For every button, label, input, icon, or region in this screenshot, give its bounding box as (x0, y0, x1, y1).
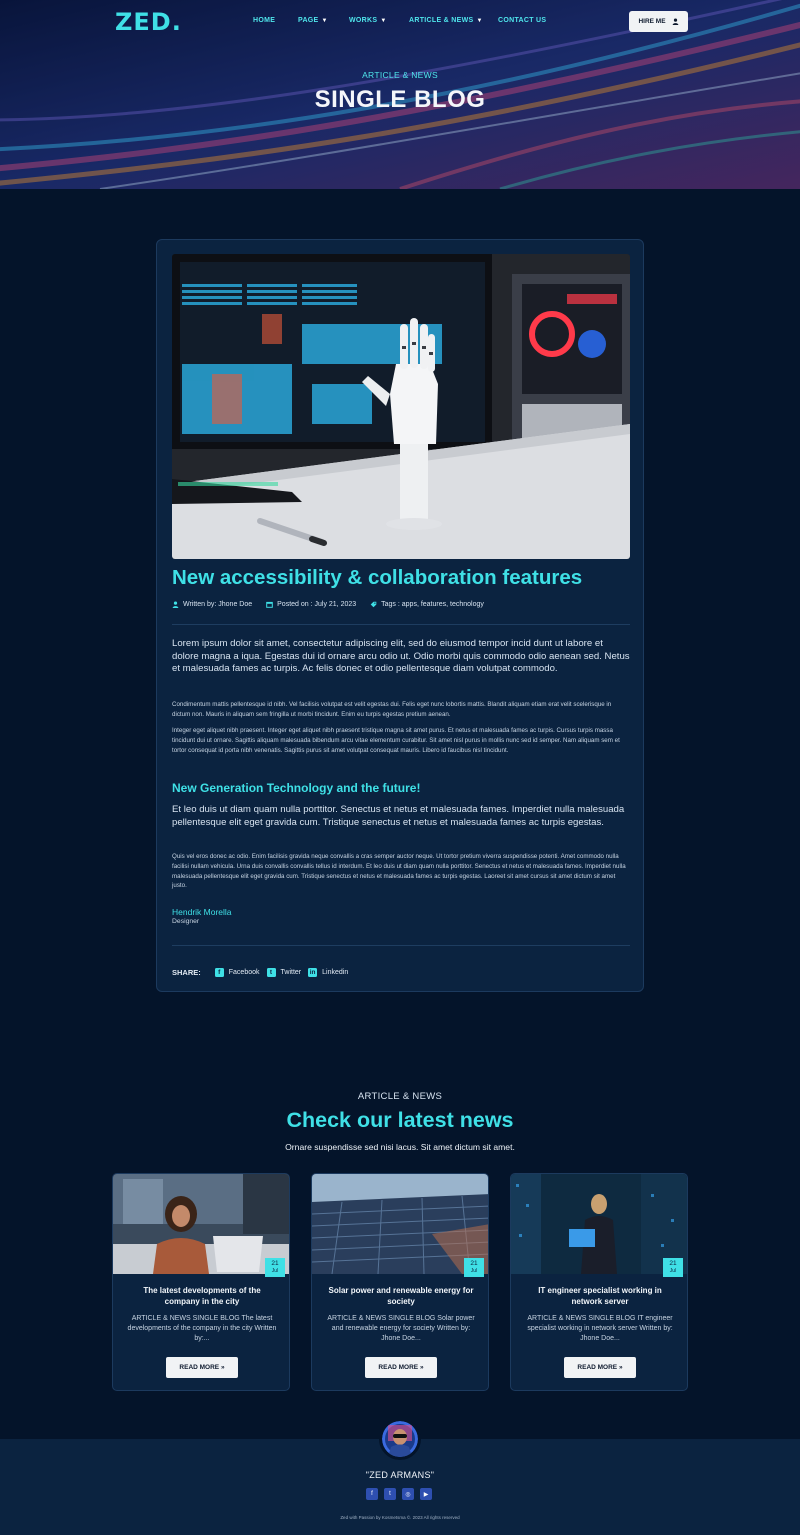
share-linkedin-label: Linkedin (322, 968, 349, 976)
twitter-icon[interactable]: t (384, 1488, 396, 1500)
facebook-icon: f (214, 967, 224, 977)
news-card-image (312, 1174, 488, 1274)
tag-icon (370, 601, 377, 608)
calendar-icon (266, 601, 273, 608)
article-paragraph: Condimentum mattis pellentesque id nibh.… (172, 701, 612, 718)
news-kicker: ARTICLE & NEWS (357, 1091, 443, 1102)
nav-works[interactable]: WORKS ▼ (349, 17, 387, 24)
share-bar: SHARE: f Facebook t Twitter in Linkedin (172, 966, 355, 978)
chevron-down-icon: ▼ (321, 18, 328, 24)
author-role: Designer (172, 918, 200, 925)
divider (172, 624, 630, 625)
nav-home[interactable]: HOME (253, 17, 275, 24)
instagram-icon[interactable]: ◎ (402, 1488, 414, 1500)
date-badge: 21 Jul (464, 1258, 484, 1277)
article-lead-paragraph: Lorem ipsum dolor sit amet, consectetur … (172, 638, 630, 675)
chevron-down-icon: ▼ (380, 18, 387, 24)
divider (172, 945, 630, 946)
hire-me-label: HIRE ME (638, 18, 666, 25)
nav-home-label: HOME (253, 17, 276, 24)
read-more-button[interactable]: READ MORE » (166, 1357, 238, 1378)
twitter-icon: t (266, 967, 276, 977)
nav-article-news[interactable]: ARTICLE & NEWS ▼ (409, 17, 483, 24)
date-month: Jul (470, 1267, 478, 1274)
news-card[interactable]: 21 Jul The latest developments of the co… (112, 1173, 290, 1391)
article-paragraph: Integer eget aliquet nibh praesent. Inte… (172, 727, 620, 754)
linkedin-icon: in (308, 967, 318, 977)
news-card-title[interactable]: Solar power and renewable energy for soc… (324, 1286, 478, 1307)
meta-author[interactable]: Written by: Jhone Doe (183, 601, 252, 608)
article-title: New accessibility & collaboration featur… (172, 566, 583, 589)
date-month: Jul (669, 1267, 677, 1274)
nav-page[interactable]: PAGE ▼ (298, 17, 328, 24)
meta-date: Posted on : July 21, 2023 (277, 601, 357, 608)
news-card-excerpt: ARTICLE & NEWS SINGLE BLOG The latest de… (127, 1315, 277, 1342)
meta-tags[interactable]: Tags : apps, features, technology (381, 601, 484, 608)
news-card-image (113, 1174, 289, 1274)
nav-contact[interactable]: CONTACT US (498, 17, 546, 24)
nav-works-label: WORKS (349, 17, 378, 24)
article-card: New accessibility & collaboration featur… (156, 239, 644, 992)
news-card[interactable]: 21 Jul Solar power and renewable energy … (311, 1173, 489, 1391)
date-badge: 21 Jul (265, 1258, 285, 1277)
author-name: Hendrik Morella (172, 907, 232, 917)
hire-me-button[interactable]: HIRE ME (629, 11, 688, 32)
read-more-button[interactable]: READ MORE » (365, 1357, 437, 1378)
copyright: Zed with Passion by Kosmetsma ©. 2023 Al… (340, 1515, 460, 1520)
news-section-title: Check our latest news (286, 1108, 514, 1132)
date-day: 21 (669, 1260, 677, 1267)
share-facebook[interactable]: f Facebook (214, 967, 260, 977)
news-card-title[interactable]: The latest developments of the company i… (125, 1286, 279, 1307)
user-icon (672, 18, 678, 25)
nav-page-label: PAGE (298, 17, 319, 24)
article-paragraph: Quis vel eros donec ac odio. Enim facili… (172, 853, 626, 890)
read-more-button[interactable]: READ MORE » (564, 1357, 636, 1378)
date-month: Jul (271, 1267, 279, 1274)
share-twitter-label: Twitter (280, 968, 302, 976)
hero-subtitle: ARTICLE & NEWS (362, 70, 438, 80)
share-label: SHARE: (172, 967, 201, 977)
news-card[interactable]: 21 Jul IT engineer specialist working in… (510, 1173, 688, 1391)
date-day: 21 (470, 1260, 478, 1267)
footer-name: "ZED ARMANS" (365, 1470, 435, 1480)
news-card-excerpt: ARTICLE & NEWS SINGLE BLOG IT engineer s… (527, 1315, 673, 1342)
page-title: SINGLE BLOG (314, 86, 486, 113)
chevron-down-icon: ▼ (476, 18, 483, 24)
nav-contact-label: CONTACT US (498, 17, 547, 24)
article-meta: Written by: Jhone Doe Posted on : July 2… (172, 601, 632, 608)
news-section-subtitle: Ornare suspendisse sed nisi lacus. Sit a… (285, 1142, 515, 1152)
hero-banner: ZED. HOME PAGE ▼ WORKS ▼ ARTICLE & NEWS ▼ C… (0, 0, 800, 189)
nav-article-news-label: ARTICLE & NEWS (409, 17, 474, 24)
share-twitter[interactable]: t Twitter (266, 967, 302, 977)
user-icon (172, 601, 179, 608)
avatar (379, 1418, 421, 1460)
youtube-icon[interactable]: ▶ (420, 1488, 432, 1500)
footer-socials: f t ◎ ▶ (366, 1488, 436, 1501)
date-day: 21 (271, 1260, 279, 1267)
article-image (172, 254, 630, 559)
article-lead-paragraph: Et leo duis ut diam quam nulla porttitor… (172, 804, 625, 828)
article-subheading: New Generation Technology and the future… (172, 781, 421, 795)
share-linkedin[interactable]: in Linkedin (308, 967, 349, 977)
news-card-title[interactable]: IT engineer specialist working in networ… (523, 1286, 677, 1307)
facebook-icon[interactable]: f (366, 1488, 378, 1500)
share-facebook-label: Facebook (228, 968, 260, 976)
news-card-image (511, 1174, 687, 1274)
news-card-excerpt: ARTICLE & NEWS SINGLE BLOG Solar power a… (327, 1315, 475, 1342)
date-badge: 21 Jul (663, 1258, 683, 1277)
